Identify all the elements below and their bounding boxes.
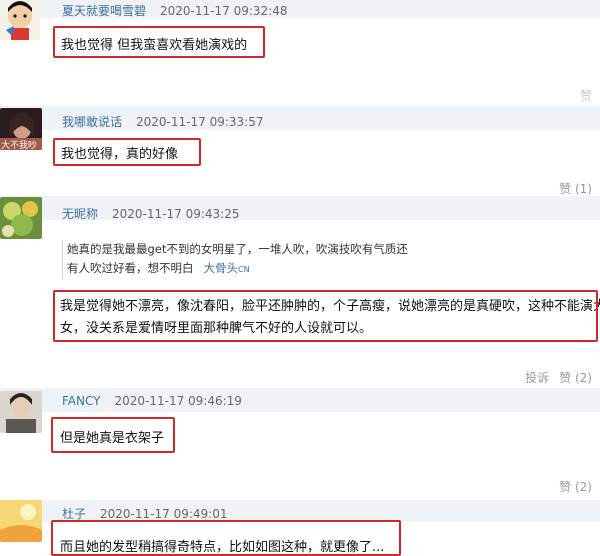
highlight-box [51,417,175,453]
avatar[interactable] [0,500,42,542]
username-link[interactable]: 夏天就要喝雪碧 [62,4,146,18]
avatar[interactable] [0,0,40,40]
quote-author-link[interactable]: 大骨头CN [204,261,250,275]
comment-meta: 夏天就要喝雪碧 2020-11-17 09:32:48 [62,2,287,19]
report-button[interactable]: 投诉 [525,371,549,385]
comment-meta: 我哪敢说话 2020-11-17 09:33:57 [62,113,263,130]
comment-actions: 赞 (2) [549,478,592,495]
username-link[interactable]: 我哪敢说话 [62,115,122,129]
like-button[interactable]: 赞 (2) [559,371,592,385]
comment-timestamp: 2020-11-17 09:32:48 [160,4,288,18]
username-link[interactable]: 杜子 [62,507,86,521]
comment-meta: 无昵称 2020-11-17 09:43:25 [62,205,239,222]
highlight-box [53,26,265,58]
highlight-box [53,290,598,342]
avatar-caption: 大不我吵 [1,141,38,150]
comment-actions: 赞 (1) [549,180,592,197]
comment-meta: FANCY 2020-11-17 09:46:19 [62,394,242,408]
quote-text: 她真的是我最最get不到的女明星了，一堆人吹，吹演技吹有气质还 [67,242,408,256]
quote-text: 有人吹过好看，想不明白 [67,261,194,275]
avatar[interactable]: 大不我吵 [0,108,42,150]
like-button[interactable]: 赞 (1) [559,182,592,196]
comment-actions: 投诉赞 (2) [515,369,592,386]
username-link[interactable]: FANCY [62,394,100,408]
like-button[interactable]: 赞 (2) [559,480,592,494]
comment-timestamp: 2020-11-17 09:33:57 [136,115,264,129]
like-button[interactable]: 赞 [580,89,592,103]
avatar[interactable] [0,391,42,433]
avatar[interactable] [0,197,42,239]
comment-timestamp: 2020-11-17 09:49:01 [100,507,228,521]
highlight-box [51,520,401,556]
quoted-reply: 她真的是我最最get不到的女明星了，一堆人吹，吹演技吹有气质还 有人吹过好看，想… [62,240,408,279]
username-link[interactable]: 无昵称 [62,207,98,221]
comment-timestamp: 2020-11-17 09:46:19 [114,394,242,408]
comment-timestamp: 2020-11-17 09:43:25 [112,207,240,221]
comment-actions: 赞 [570,87,592,104]
highlight-box [53,138,201,166]
